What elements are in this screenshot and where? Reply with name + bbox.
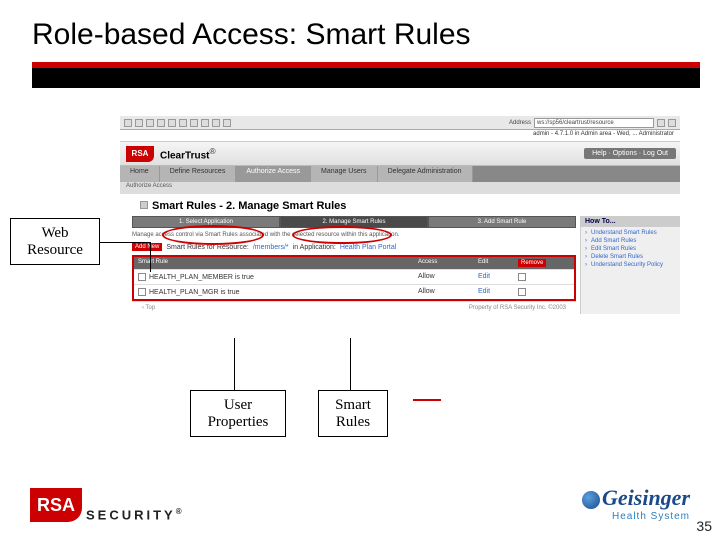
application-link[interactable]: Health Plan Portal	[340, 244, 396, 251]
col-access: Access	[414, 257, 474, 269]
black-bar	[32, 68, 700, 88]
page-heading: Smart Rules - 2. Manage Smart Rules	[120, 194, 680, 216]
copyright: Property of RSA Security Inc. ©2003	[469, 305, 566, 311]
rule-edit-link[interactable]: Edit	[474, 285, 514, 299]
admin-status-line: admin - 4.7.1.0 in Admin area - Wed, ...…	[120, 130, 680, 142]
tab-manage-users[interactable]: Manage Users	[311, 166, 378, 182]
back-icon[interactable]	[124, 119, 132, 127]
annotation-line	[350, 338, 351, 390]
page-heading-icon	[140, 201, 148, 209]
header-links[interactable]: Help · Options · Log Out	[584, 148, 676, 159]
main-tabs: Home Define Resources Authorize Access M…	[120, 166, 680, 182]
row-checkbox[interactable]	[138, 288, 146, 296]
resource-link[interactable]: /members/*	[253, 244, 289, 251]
page-heading-text: Smart Rules - 2. Manage Smart Rules	[152, 200, 346, 212]
remove-button[interactable]: Remove	[518, 259, 546, 267]
geisinger-logo: Geisinger	[582, 485, 690, 511]
health-system-text: Health System	[582, 511, 690, 522]
main-pane: 1. Select Application 2. Manage Smart Ru…	[120, 216, 580, 314]
product-reg: ®	[209, 146, 215, 156]
howto-title: How To...	[581, 216, 680, 227]
howto-link[interactable]: Add Smart Rules	[585, 238, 676, 244]
slide-title: Role-based Access: Smart Rules	[0, 0, 720, 62]
rule-access: Allow	[414, 270, 474, 284]
rule-name: HEALTH_PLAN_MEMBER is true	[149, 274, 254, 281]
print-icon[interactable]	[223, 119, 231, 127]
history-icon[interactable]	[201, 119, 209, 127]
remove-checkbox[interactable]	[518, 288, 526, 296]
rsa-logo-icon: RSA	[126, 146, 154, 162]
howto-link[interactable]: Delete Smart Rules	[585, 254, 676, 260]
col-remove: Remove	[514, 257, 574, 269]
go-icon[interactable]	[657, 119, 665, 127]
description-line: Manage access control via Smart Rules as…	[132, 232, 576, 238]
rules-table-header: Smart Rule Access Edit Remove	[134, 257, 574, 269]
howto-link[interactable]: Understand Security Policy	[585, 262, 676, 268]
tab-authorize-access[interactable]: Authorize Access	[236, 166, 311, 182]
top-link[interactable]: ‹ Top	[142, 305, 155, 311]
annotation-circle-2	[292, 226, 392, 244]
product-name-text: ClearTrust	[160, 150, 209, 161]
col-rule: Smart Rule	[134, 257, 414, 269]
footer-left: RSA SECURITY®	[30, 488, 185, 522]
tab-define-resources[interactable]: Define Resources	[160, 166, 237, 182]
rule-edit-link[interactable]: Edit	[474, 270, 514, 284]
tab-home[interactable]: Home	[120, 166, 160, 182]
address-field[interactable]: ws://sp56/cleartrust/resource	[534, 118, 654, 128]
annotation-line	[100, 242, 150, 243]
browser-toolbar: Address ws://sp56/cleartrust/resource	[120, 116, 680, 130]
step-3[interactable]: 3. Add Smart Rule	[428, 216, 576, 228]
callout-web-resource: Web Resource	[10, 218, 100, 265]
callout-user-properties: User Properties	[190, 390, 286, 437]
stop-icon[interactable]	[146, 119, 154, 127]
table-row: HEALTH_PLAN_MEMBER is true Allow Edit	[134, 269, 574, 284]
breadcrumb: Authorize Access	[120, 182, 680, 194]
geisinger-globe-icon	[582, 491, 600, 509]
annotation-underline	[413, 399, 441, 401]
links-icon[interactable]	[668, 119, 676, 127]
col-edit: Edit	[474, 257, 514, 269]
footer-right: Geisinger Health System	[582, 485, 690, 522]
row-checkbox[interactable]	[138, 273, 146, 281]
table-row: HEALTH_PLAN_MGR is true Allow Edit	[134, 284, 574, 299]
add-new-button[interactable]: Add New	[132, 243, 162, 251]
annotation-line	[150, 242, 151, 272]
howto-panel: How To... Understand Smart Rules Add Sma…	[580, 216, 680, 314]
mail-icon[interactable]	[212, 119, 220, 127]
forward-icon[interactable]	[135, 119, 143, 127]
footer-note: ‹ Top Property of RSA Security Inc. ©200…	[132, 301, 576, 314]
rule-name: HEALTH_PLAN_MGR is true	[149, 289, 240, 296]
home-icon[interactable]	[168, 119, 176, 127]
product-name: ClearTrust®	[160, 146, 216, 161]
search-icon[interactable]	[179, 119, 187, 127]
howto-link[interactable]: Edit Smart Rules	[585, 246, 676, 252]
security-text: SECURITY®	[86, 507, 185, 522]
remove-checkbox[interactable]	[518, 273, 526, 281]
annotation-line	[234, 338, 235, 390]
annotation-circle-1	[162, 225, 264, 245]
page-number: 35	[696, 518, 712, 534]
rule-access: Allow	[414, 285, 474, 299]
howto-link[interactable]: Understand Smart Rules	[585, 230, 676, 236]
favorites-icon[interactable]	[190, 119, 198, 127]
in-app-label: in Application:	[293, 244, 336, 251]
callout-smart-rules: Smart Rules	[318, 390, 388, 437]
refresh-icon[interactable]	[157, 119, 165, 127]
address-label: Address	[509, 120, 531, 126]
rules-table: Smart Rule Access Edit Remove HEALTH_PLA…	[132, 255, 576, 301]
tab-delegate-administration[interactable]: Delegate Administration	[378, 166, 473, 182]
brand-row: RSA ClearTrust® Help · Options · Log Out	[120, 142, 680, 166]
rsa-logo-big-icon: RSA	[30, 488, 82, 522]
screenshot-panel: Address ws://sp56/cleartrust/resource ad…	[120, 116, 680, 386]
